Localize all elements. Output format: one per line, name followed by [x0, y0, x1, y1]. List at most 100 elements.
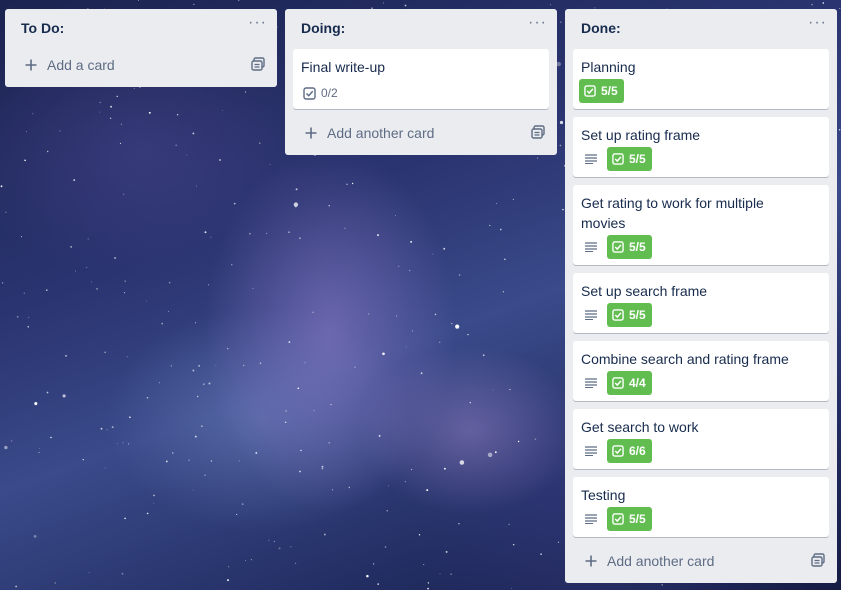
star: [405, 346, 407, 348]
star: [427, 582, 430, 584]
star: [439, 573, 441, 575]
star: [504, 258, 506, 261]
star: [499, 228, 502, 231]
star: [489, 224, 491, 226]
star: [294, 205, 297, 208]
star: [502, 291, 505, 293]
star: [109, 117, 112, 119]
list-title[interactable]: Doing:: [301, 20, 345, 36]
star: [354, 366, 356, 368]
star: [99, 111, 101, 113]
star: [377, 583, 380, 585]
star: [661, 584, 663, 586]
star: [300, 449, 302, 452]
list-menu-icon[interactable]: ···: [808, 15, 827, 31]
star: [328, 205, 330, 207]
star: [172, 452, 174, 454]
star: [236, 513, 238, 515]
list-title[interactable]: To Do:: [21, 20, 64, 36]
checklist-count: 6/6: [629, 444, 646, 458]
star: [284, 421, 287, 424]
star: [268, 539, 270, 541]
star: [210, 460, 213, 462]
star: [204, 231, 207, 234]
card-template-icon[interactable]: [251, 57, 265, 74]
star: [192, 132, 195, 135]
star: [487, 452, 493, 458]
star: [5, 211, 7, 213]
card-title: Combine search and rating frame: [581, 351, 789, 367]
star: [87, 238, 89, 240]
star: [328, 442, 330, 444]
star: [208, 284, 209, 286]
star: [104, 351, 106, 353]
description-icon: [579, 439, 603, 463]
checklist-badge: 5/5: [607, 507, 652, 531]
star: [295, 562, 297, 564]
list-menu-icon[interactable]: ···: [248, 15, 267, 31]
star: [443, 467, 446, 470]
checklist-badge: 5/5: [607, 235, 652, 259]
star: [420, 372, 423, 375]
star: [153, 502, 155, 504]
checklist-count: 4/4: [629, 376, 646, 390]
star: [120, 123, 122, 125]
card[interactable]: Final write-up 0/2: [293, 49, 549, 109]
card[interactable]: Get search to work 6/6: [573, 409, 829, 469]
star: [124, 280, 126, 282]
star: [126, 356, 128, 358]
checklist-count: 5/5: [601, 84, 618, 98]
star: [331, 489, 334, 491]
list-title[interactable]: Done:: [581, 20, 621, 36]
star: [312, 311, 314, 313]
list-menu-icon[interactable]: ···: [528, 15, 547, 31]
star: [46, 150, 49, 153]
add-card-label: Add another card: [607, 553, 715, 569]
star: [323, 533, 326, 536]
star: [170, 365, 172, 367]
star: [439, 341, 441, 343]
star: [509, 388, 511, 391]
star: [133, 87, 135, 89]
card-title: Get search to work: [581, 419, 699, 435]
card-template-icon[interactable]: [811, 553, 825, 570]
card[interactable]: Get rating to work for multiple movies 5…: [573, 185, 829, 265]
star: [38, 448, 40, 450]
star: [443, 247, 446, 250]
star: [250, 559, 252, 561]
star: [344, 227, 346, 229]
star: [511, 587, 513, 590]
star: [313, 410, 315, 412]
add-card-label: Add another card: [327, 125, 435, 141]
card[interactable]: Set up rating frame 5/5: [573, 117, 829, 177]
star: [204, 474, 206, 476]
star: [377, 234, 379, 237]
add-card-button[interactable]: Add another card: [293, 119, 549, 147]
card[interactable]: Testing 5/5: [573, 477, 829, 537]
card-title: Set up search frame: [581, 283, 708, 299]
star: [128, 443, 130, 445]
add-card-button[interactable]: Add a card: [13, 51, 269, 79]
star: [99, 101, 101, 104]
star: [559, 144, 562, 147]
star: [492, 389, 494, 391]
add-card-label: Add a card: [47, 57, 115, 73]
card[interactable]: Combine search and rating frame 4/4: [573, 341, 829, 401]
star: [288, 231, 290, 233]
star: [121, 572, 124, 575]
card[interactable]: Planning 5/5: [573, 49, 829, 109]
star: [556, 61, 561, 67]
star: [811, 3, 813, 6]
checklist-icon: [612, 241, 624, 253]
card-template-icon[interactable]: [531, 125, 545, 142]
card[interactable]: Set up search frame 5/5: [573, 273, 829, 333]
card-badges: 5/5: [579, 79, 624, 103]
star: [11, 440, 13, 442]
card-title: Set up rating frame: [581, 127, 701, 143]
add-card-button[interactable]: Add another card: [573, 547, 829, 575]
star: [104, 467, 106, 469]
star: [73, 179, 75, 181]
star: [192, 369, 195, 372]
star: [259, 142, 261, 144]
star: [241, 503, 244, 505]
